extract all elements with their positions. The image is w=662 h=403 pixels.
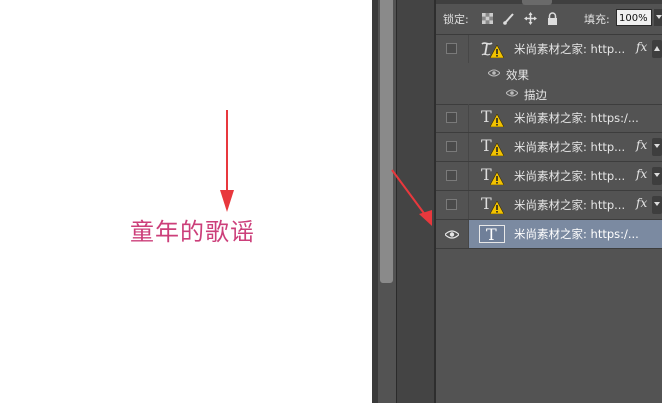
- layer-row[interactable]: T 米尚素材之家: https:/...: [436, 104, 662, 133]
- red-arrow-down: [220, 110, 234, 212]
- text-layer-icon: T: [486, 225, 497, 244]
- chevron-down-icon: [654, 144, 660, 148]
- visibility-toggle[interactable]: [436, 220, 469, 248]
- layer-name[interactable]: 米尚素材之家: https:/...: [514, 226, 639, 242]
- document-canvas[interactable]: 童年的歌谣: [0, 0, 372, 403]
- stroke-effect-row[interactable]: 描边: [436, 84, 662, 105]
- effects-group-row[interactable]: 效果: [436, 64, 662, 84]
- layer-name[interactable]: 米尚素材之家: http...: [514, 168, 625, 184]
- fill-dropdown-button[interactable]: [654, 9, 662, 26]
- chevron-down-icon: [654, 202, 660, 206]
- text-layer-thumb: T: [479, 165, 505, 185]
- visibility-off-box: [446, 43, 457, 54]
- panel-top-handle[interactable]: [522, 0, 552, 5]
- fx-icon[interactable]: fx: [636, 196, 647, 210]
- lock-image-pixels-icon[interactable]: [502, 12, 515, 25]
- expand-effects-button[interactable]: [652, 167, 662, 185]
- layer-row[interactable]: T 米尚素材之家: http... fx: [436, 191, 662, 220]
- expand-effects-button[interactable]: [652, 138, 662, 156]
- lock-label: 锁定:: [443, 13, 469, 26]
- layer-row[interactable]: T 米尚素材之家: http... fx: [436, 162, 662, 191]
- visibility-toggle[interactable]: [436, 104, 469, 132]
- fx-icon[interactable]: fx: [636, 167, 647, 181]
- layer-row[interactable]: T 米尚素材之家: http... fx: [436, 133, 662, 162]
- lock-toolbar: 锁定: 填充: 100%: [436, 0, 662, 35]
- collapse-effects-button[interactable]: [652, 40, 662, 58]
- canvas-text-layer[interactable]: 童年的歌谣: [130, 212, 255, 247]
- layer-name[interactable]: 米尚素材之家: http...: [514, 197, 625, 213]
- layer-name[interactable]: 米尚素材之家: https:/...: [514, 110, 639, 126]
- warning-icon: [490, 45, 504, 58]
- visibility-toggle[interactable]: [436, 191, 469, 219]
- vertical-scrollbar-thumb[interactable]: [380, 0, 393, 283]
- fill-label: 填充:: [584, 13, 610, 26]
- lock-position-icon[interactable]: [524, 12, 537, 25]
- text-layer-thumb: T: [479, 136, 505, 156]
- warning-icon: [490, 114, 504, 127]
- text-layer-thumb: T: [479, 194, 505, 214]
- visibility-off-box: [446, 112, 457, 123]
- red-arrow-diagonal: [391, 169, 432, 226]
- fx-icon[interactable]: fx: [636, 40, 647, 54]
- chevron-up-icon: [654, 46, 660, 51]
- layer-name[interactable]: 米尚素材之家: http...: [514, 41, 625, 57]
- warped-text-layer-thumb: [479, 40, 505, 58]
- visibility-toggle[interactable]: [436, 35, 469, 63]
- chevron-down-icon: [656, 15, 662, 19]
- visibility-toggle[interactable]: [436, 162, 469, 190]
- visibility-off-box: [446, 170, 457, 181]
- text-layer-thumb: T: [479, 107, 505, 127]
- warning-icon: [490, 172, 504, 185]
- expand-effects-button[interactable]: [652, 196, 662, 214]
- fill-opacity-input[interactable]: 100%: [616, 9, 652, 26]
- visibility-off-box: [446, 141, 457, 152]
- visibility-off-box: [446, 199, 457, 210]
- layer-row-selected[interactable]: T 米尚素材之家: https:/...: [436, 220, 662, 249]
- lock-all-icon[interactable]: [546, 12, 559, 25]
- layer-row[interactable]: 米尚素材之家: http... fx: [436, 35, 662, 64]
- warning-icon: [490, 143, 504, 156]
- effects-label: 效果: [506, 68, 529, 82]
- chevron-down-icon: [654, 173, 660, 177]
- lock-transparent-pixels-icon[interactable]: [481, 12, 494, 25]
- visibility-toggle[interactable]: [436, 133, 469, 161]
- text-layer-thumb: T: [479, 225, 505, 244]
- eye-icon: [445, 230, 459, 239]
- eye-icon[interactable]: [488, 69, 500, 77]
- warning-icon: [490, 201, 504, 214]
- layers-panel: 锁定: 填充: 100% 米尚素材之家: http... fx 效果 描边 T …: [434, 0, 662, 403]
- fx-icon[interactable]: fx: [636, 138, 647, 152]
- eye-icon[interactable]: [506, 89, 518, 97]
- stroke-effect-label: 描边: [524, 88, 547, 102]
- layer-name[interactable]: 米尚素材之家: http...: [514, 139, 625, 155]
